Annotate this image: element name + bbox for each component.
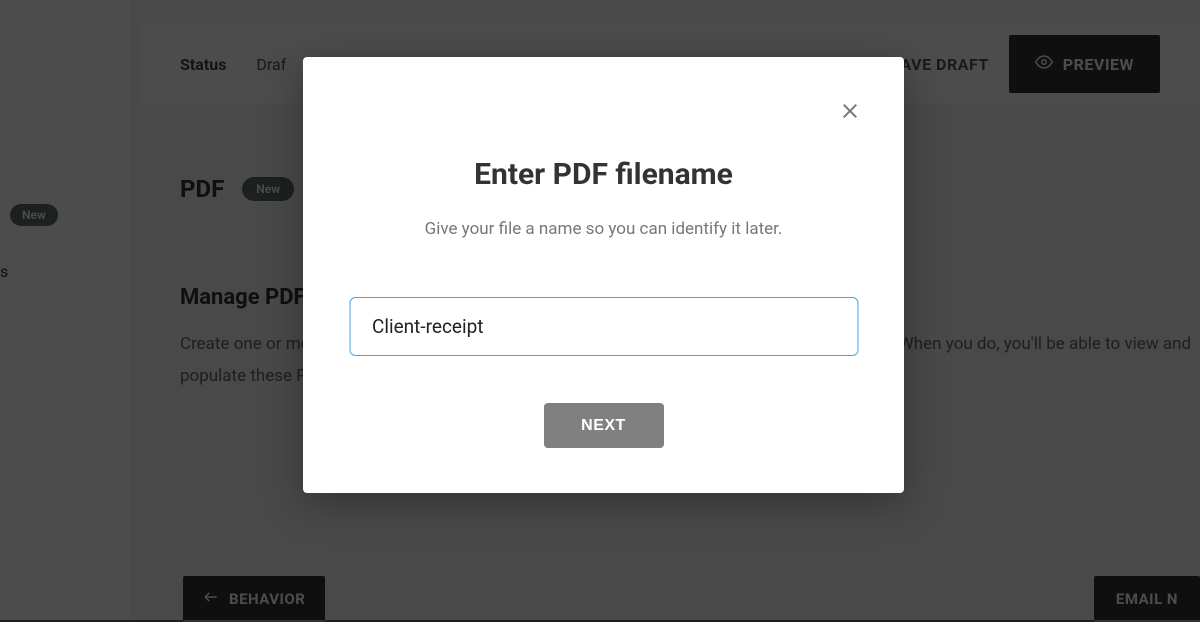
close-icon[interactable] xyxy=(838,99,862,123)
filename-input[interactable] xyxy=(349,297,858,356)
next-button[interactable]: NEXT xyxy=(544,403,664,448)
next-button-label: NEXT xyxy=(581,417,626,435)
filename-modal: Enter PDF filename Give your file a name… xyxy=(303,57,904,493)
modal-subtitle: Give your file a name so you can identif… xyxy=(303,219,904,239)
modal-title: Enter PDF filename xyxy=(303,157,904,192)
